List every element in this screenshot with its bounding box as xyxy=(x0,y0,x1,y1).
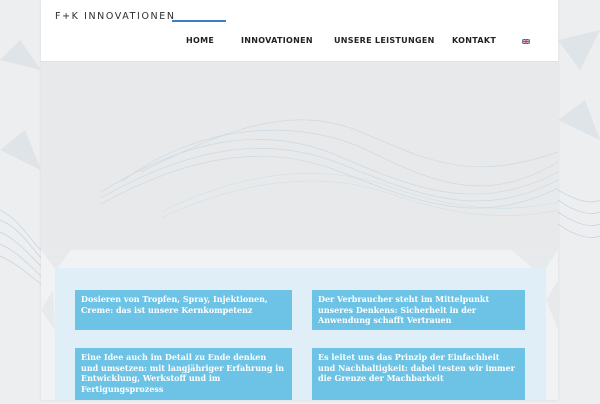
nav-item-kontakt[interactable]: KONTAKT xyxy=(452,36,496,45)
hero-banner xyxy=(41,62,558,250)
nav-item-innovationen[interactable]: INNOVATIONEN xyxy=(241,36,313,45)
tile-idee[interactable]: Eine Idee auch im Detail zu Ende denken … xyxy=(75,348,292,400)
site-header: F+K INNOVATIONEN HOME INNOVATIONEN UNSER… xyxy=(41,0,558,62)
logo-accent-line xyxy=(172,20,226,22)
uk-flag-icon[interactable] xyxy=(522,39,530,44)
competence-panel: Dosieren von Tropfen, Spray, Injektionen… xyxy=(55,268,546,400)
tile-verbraucher[interactable]: Der Verbraucher steht im Mittelpunkt uns… xyxy=(312,290,525,330)
tile-einfachheit[interactable]: Es leitet uns das Prinzip der Einfachhei… xyxy=(312,348,525,400)
hero-wave-graphic xyxy=(100,119,558,219)
nav-item-home[interactable]: HOME xyxy=(186,36,214,45)
nav-item-unsere-leistungen[interactable]: UNSERE LEISTUNGEN xyxy=(334,36,435,45)
page-container: F+K INNOVATIONEN HOME INNOVATIONEN UNSER… xyxy=(41,0,558,400)
site-logo[interactable]: F+K INNOVATIONEN xyxy=(55,11,176,22)
tile-kernkompetenz[interactable]: Dosieren von Tropfen, Spray, Injektionen… xyxy=(75,290,292,330)
main-navigation: HOME INNOVATIONEN UNSERE LEISTUNGEN KONT… xyxy=(41,36,558,48)
